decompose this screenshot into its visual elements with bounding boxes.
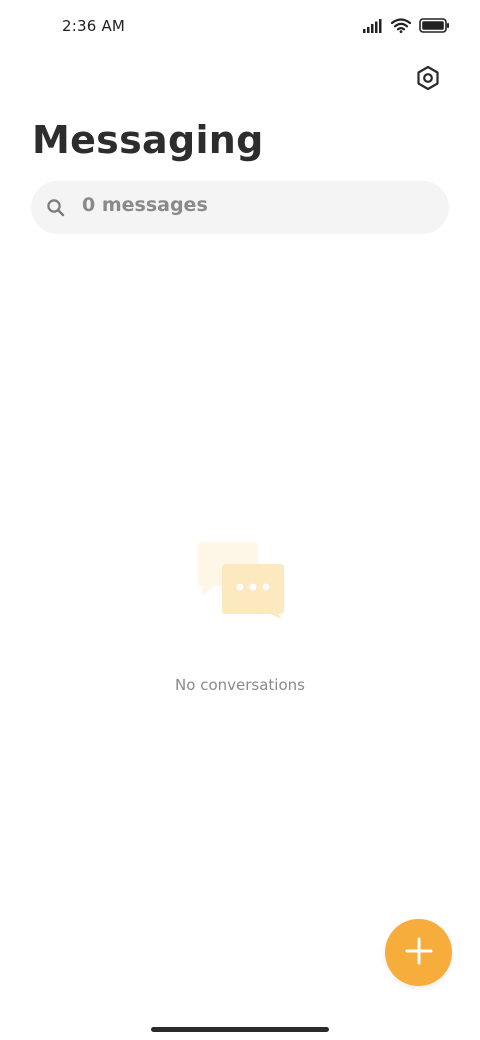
empty-state-text: No conversations — [175, 676, 305, 694]
status-time: 2:36 AM — [62, 17, 126, 35]
wifi-icon — [391, 18, 411, 33]
search-text[interactable]: 0 messages — [82, 194, 208, 216]
status-icons — [363, 18, 450, 33]
settings-button[interactable] — [408, 60, 448, 100]
search-icon — [46, 198, 66, 218]
signal-icon — [363, 18, 383, 33]
home-indicator[interactable] — [151, 1027, 329, 1032]
page-title: Messaging — [32, 118, 264, 162]
new-conversation-button[interactable] — [385, 919, 452, 986]
messaging-screen: 2:36 AM Messaging 0 messages No conversa… — [0, 0, 480, 1040]
battery-icon — [419, 18, 450, 33]
plus-icon — [405, 937, 433, 969]
chat-bubbles-icon — [196, 542, 286, 622]
settings-icon — [415, 65, 441, 95]
status-bar: 2:36 AM — [0, 0, 480, 54]
